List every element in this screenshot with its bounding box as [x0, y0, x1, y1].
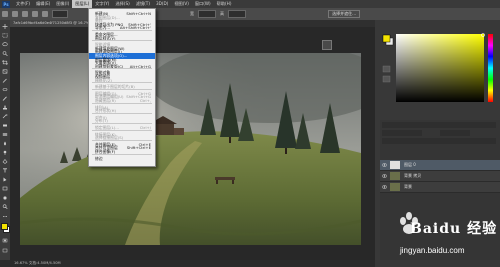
- layer-row[interactable]: 背景 拷贝: [380, 171, 500, 182]
- layer-thumbnail: [390, 183, 400, 191]
- toolbox: [0, 20, 10, 260]
- layer-name: 背景 拷贝: [404, 173, 422, 178]
- pen-tool-icon[interactable]: [2, 159, 8, 164]
- eye-icon[interactable]: [382, 163, 387, 167]
- menu-layer[interactable]: 图层(L): [72, 0, 93, 8]
- blend-mode-select[interactable]: [382, 130, 422, 136]
- options-bar: 宽 高 选择并遮住...: [0, 8, 500, 20]
- blur-tool-icon[interactable]: [2, 141, 8, 146]
- menu-bar: Ps 文件(F) 编辑(E) 图像(I) 图层(L) 文字(Y) 选择(S) 滤…: [0, 0, 500, 8]
- rectangle-tool-icon[interactable]: [2, 186, 8, 191]
- canvas-panel-icon[interactable]: [322, 40, 332, 50]
- move-tool-icon[interactable]: [2, 24, 8, 29]
- menu-help[interactable]: 帮助(H): [214, 0, 235, 8]
- menu-item-label: 修边: [95, 155, 103, 161]
- menu-separator: [92, 68, 152, 70]
- eyedropper-tool-icon[interactable]: [2, 78, 8, 83]
- watermark-title: Baidu 经验: [410, 221, 498, 237]
- zoom-tool-icon[interactable]: [2, 204, 8, 209]
- path-select-tool-icon[interactable]: [2, 177, 8, 182]
- menu-filter[interactable]: 滤镜(T): [133, 0, 153, 8]
- height-field[interactable]: [228, 10, 246, 18]
- opacity-field[interactable]: [440, 130, 470, 136]
- menu-separator: [92, 30, 152, 31]
- frame-tool-icon[interactable]: [2, 69, 8, 74]
- hand-tool-icon[interactable]: [2, 195, 8, 200]
- eraser-tool-icon[interactable]: [2, 123, 8, 128]
- screen-mode-icon[interactable]: [2, 248, 8, 253]
- menu-item[interactable]: 修边: [89, 156, 155, 162]
- menu-edit[interactable]: 编辑(E): [33, 0, 53, 8]
- lock-options-bar[interactable]: [382, 138, 496, 144]
- menu-file[interactable]: 文件(F): [13, 0, 33, 8]
- canvas-image[interactable]: [20, 53, 361, 245]
- clone-stamp-tool-icon[interactable]: [2, 105, 8, 110]
- menu-type[interactable]: 文字(Y): [92, 0, 112, 8]
- menu-3d[interactable]: 3D(D): [153, 0, 171, 8]
- menu-separator: [92, 153, 152, 155]
- lasso-tool-icon[interactable]: [2, 42, 8, 47]
- menu-separator: [92, 123, 152, 124]
- width-field[interactable]: [198, 10, 216, 18]
- menu-separator: [92, 88, 152, 90]
- layer-row[interactable]: 背景: [380, 182, 500, 193]
- menu-separator: [92, 129, 152, 131]
- watermark-url: jingyan.baidu.com: [400, 246, 465, 255]
- menu-select[interactable]: 选择(S): [112, 0, 132, 8]
- eye-icon[interactable]: [382, 185, 387, 189]
- history-brush-tool-icon[interactable]: [2, 114, 8, 119]
- feather-field[interactable]: [52, 10, 68, 18]
- status-text: 16.67% 文档:4.50M/4.50M: [14, 261, 61, 265]
- quick-select-tool-icon[interactable]: [2, 51, 8, 56]
- menu-separator: [92, 102, 152, 104]
- layer-menu-dropdown: 新建(N) Shift+Ctrl+N 复制图层(D)... 删除 快速导出为 PNG Sh…: [88, 8, 156, 167]
- new-selection-icon[interactable]: [22, 11, 28, 17]
- height-label: 高: [220, 11, 224, 16]
- subtract-selection-icon[interactable]: [42, 11, 48, 17]
- foreground-color-swatch[interactable]: [1, 223, 8, 230]
- color-panel[interactable]: [380, 26, 500, 110]
- brush-tool-icon[interactable]: [2, 96, 8, 101]
- crop-tool-icon[interactable]: [2, 60, 8, 65]
- status-bar: 16.67% 文档:4.50M/4.50M: [10, 260, 375, 267]
- layer-thumbnail: [390, 172, 400, 180]
- layer-name: 背景: [404, 184, 412, 189]
- layer-name: 图层 0: [404, 162, 416, 167]
- layer-thumbnail: [390, 161, 400, 169]
- layer-row[interactable]: 图层 0: [380, 160, 500, 171]
- eye-icon[interactable]: [382, 174, 387, 178]
- more-tools-icon[interactable]: [2, 214, 8, 219]
- menu-window[interactable]: 窗口(W): [192, 0, 214, 8]
- dodge-tool-icon[interactable]: [2, 150, 8, 155]
- menu-image[interactable]: 图像(I): [53, 0, 72, 8]
- home-icon[interactable]: [2, 11, 8, 17]
- marquee-tool-icon[interactable]: [12, 11, 18, 17]
- type-tool-icon[interactable]: [2, 168, 8, 173]
- menu-separator: [92, 40, 152, 42]
- menu-separator: [92, 139, 152, 141]
- menu-separator: [92, 82, 152, 84]
- layers-filter-bar[interactable]: [382, 122, 496, 128]
- marquee-tool-icon[interactable]: [2, 33, 8, 38]
- healing-brush-tool-icon[interactable]: [2, 87, 8, 92]
- quick-mask-icon[interactable]: [2, 238, 8, 243]
- menu-separator: [92, 112, 152, 114]
- document-tab-bar: 7afc1d69bcf4a6d0e4f71250d8f3 @ 16.7% (RG…: [10, 20, 375, 27]
- width-label: 宽: [190, 11, 194, 16]
- menu-view[interactable]: 视图(V): [171, 0, 192, 8]
- select-and-mask-button[interactable]: 选择并遮住...: [328, 10, 360, 18]
- photoshop-logo: Ps: [2, 0, 10, 8]
- add-selection-icon[interactable]: [32, 11, 38, 17]
- gradient-tool-icon[interactable]: [2, 132, 8, 137]
